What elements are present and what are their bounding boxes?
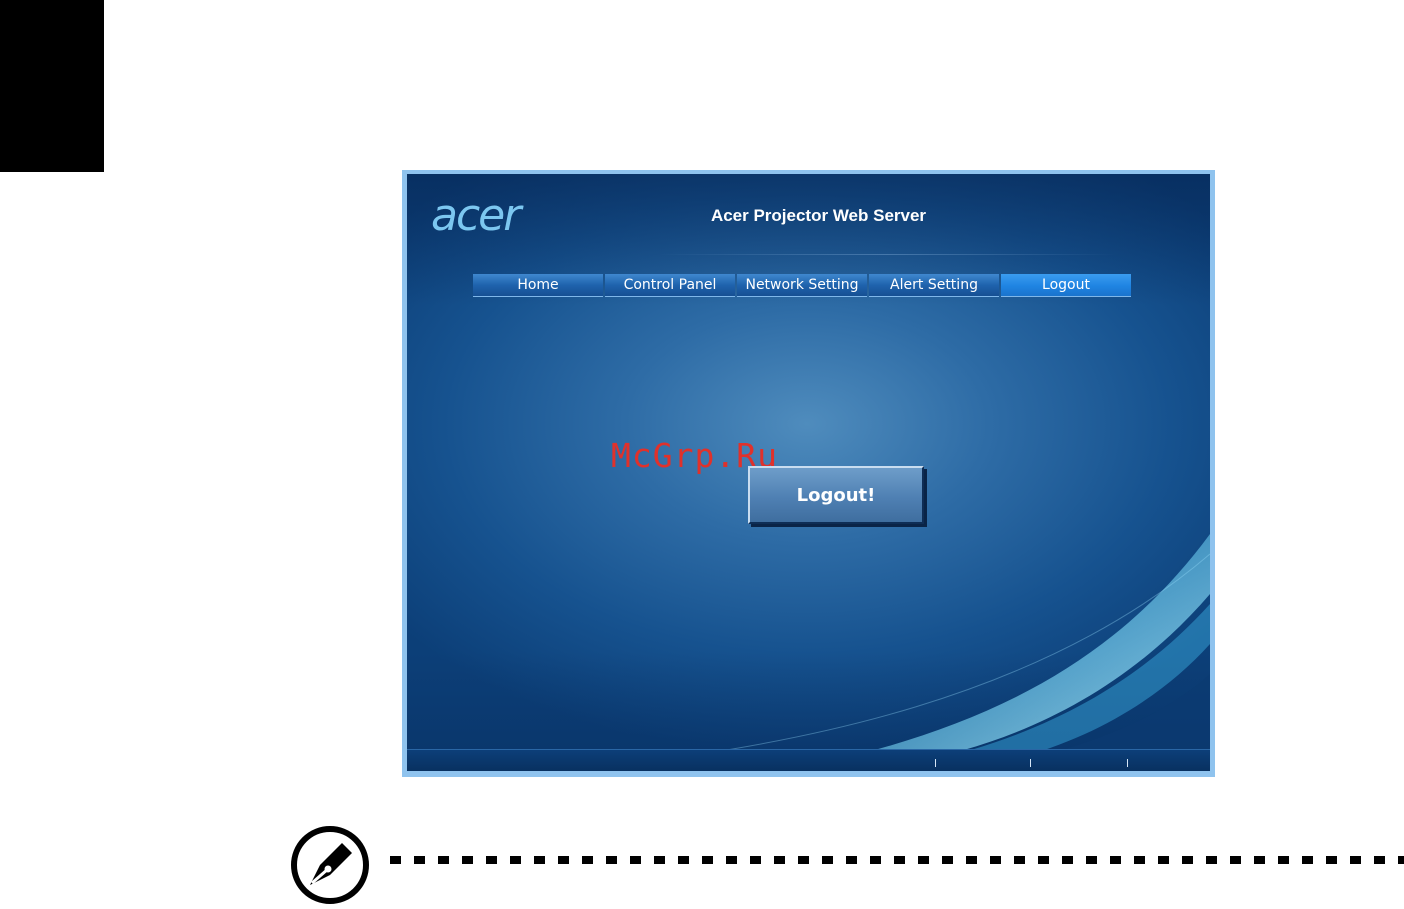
main-nav: Home Control Panel Network Setting Alert… xyxy=(473,274,1133,297)
chapter-tab xyxy=(0,0,104,172)
footer-separator xyxy=(1030,759,1031,767)
screenshot-frame: acer Acer Projector Web Server Home Cont… xyxy=(402,170,1215,777)
footer-separator xyxy=(1127,759,1128,767)
page-title: Acer Projector Web Server xyxy=(710,206,927,225)
footer-separator xyxy=(935,759,936,767)
web-server-screen: acer Acer Projector Web Server Home Cont… xyxy=(407,174,1210,771)
tab-network-setting[interactable]: Network Setting xyxy=(737,274,867,297)
tab-home[interactable]: Home xyxy=(473,274,603,297)
dotted-rule xyxy=(390,856,1404,864)
logout-button[interactable]: Logout! xyxy=(748,466,924,524)
tab-control-panel[interactable]: Control Panel xyxy=(605,274,735,297)
tab-alert-setting[interactable]: Alert Setting xyxy=(869,274,999,297)
footer-bar xyxy=(407,749,1210,771)
pen-nib-icon xyxy=(291,826,369,904)
tab-logout[interactable]: Logout xyxy=(1001,274,1131,297)
